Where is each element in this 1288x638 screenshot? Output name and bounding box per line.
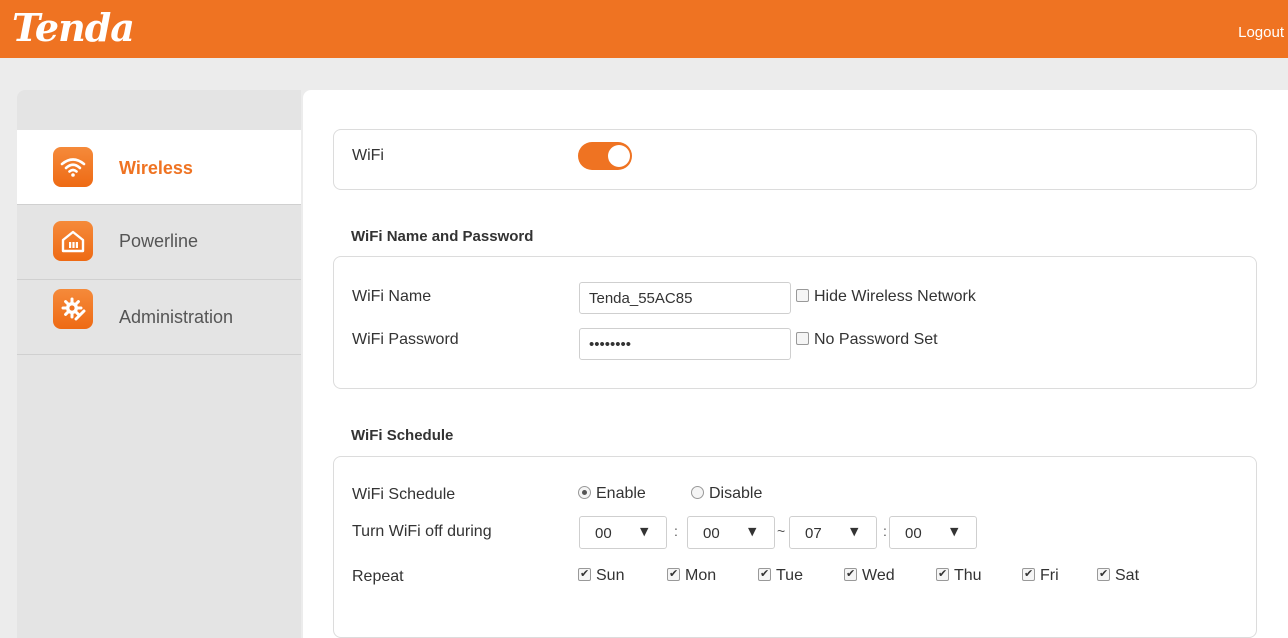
select-value: 00 bbox=[905, 525, 922, 542]
name-password-card: WiFi Name Hide Wireless Network WiFi Pas… bbox=[333, 256, 1257, 389]
schedule-enable-radio[interactable]: Enable bbox=[578, 485, 646, 503]
sidebar-item-label: Powerline bbox=[119, 231, 199, 251]
repeat-day-mon[interactable]: Mon bbox=[667, 567, 716, 585]
wifi-name-input[interactable] bbox=[579, 282, 791, 314]
sidebar-item-label: Administration bbox=[119, 307, 234, 327]
sidebar-item-powerline[interactable]: Powerline bbox=[17, 205, 301, 280]
wifi-name-label: WiFi Name bbox=[352, 288, 432, 305]
day-label: Tue bbox=[776, 567, 803, 584]
day-label: Mon bbox=[685, 567, 717, 584]
range-separator: ~ bbox=[777, 523, 786, 539]
end-minute-select[interactable]: 00 ▼ bbox=[889, 516, 977, 549]
section-title-name-password: WiFi Name and Password bbox=[351, 228, 534, 245]
dropdown-arrow-icon: ▼ bbox=[640, 525, 649, 538]
checkbox-box bbox=[667, 567, 680, 581]
checkbox-box bbox=[796, 332, 809, 345]
turn-off-label: Turn WiFi off during bbox=[352, 523, 492, 540]
schedule-card: WiFi Schedule Enable Disable Turn WiFi o… bbox=[333, 456, 1257, 638]
gear-icon bbox=[53, 289, 93, 329]
enable-label: Enable bbox=[596, 485, 646, 502]
sidebar-item-label: Wireless bbox=[119, 158, 193, 178]
select-value: 00 bbox=[703, 525, 720, 542]
time-separator: : bbox=[674, 523, 678, 539]
checkbox-box bbox=[1022, 567, 1035, 581]
time-separator: : bbox=[883, 523, 887, 539]
repeat-label: Repeat bbox=[352, 568, 404, 585]
repeat-day-wed[interactable]: Wed bbox=[844, 567, 895, 585]
checkbox-box bbox=[844, 567, 857, 581]
repeat-day-sun[interactable]: Sun bbox=[578, 567, 624, 585]
hide-network-label: Hide Wireless Network bbox=[814, 288, 976, 305]
checkbox-box bbox=[1097, 567, 1110, 581]
select-value: 07 bbox=[805, 525, 822, 542]
top-bar: Tenda Logout bbox=[0, 0, 1288, 58]
wifi-toggle[interactable] bbox=[578, 142, 632, 170]
day-label: Sun bbox=[596, 567, 625, 584]
wifi-icon bbox=[53, 147, 93, 187]
day-label: Thu bbox=[954, 567, 982, 584]
start-hour-select[interactable]: 00 ▼ bbox=[579, 516, 667, 549]
select-value: 00 bbox=[595, 525, 612, 542]
toggle-knob bbox=[608, 145, 630, 167]
logout-link[interactable]: Logout bbox=[1238, 24, 1284, 41]
checkbox-box bbox=[936, 567, 949, 581]
dropdown-arrow-icon: ▼ bbox=[950, 525, 959, 538]
day-label: Fri bbox=[1040, 567, 1059, 584]
wifi-password-input[interactable] bbox=[579, 328, 791, 360]
wifi-label: WiFi bbox=[352, 147, 384, 164]
repeat-day-sat[interactable]: Sat bbox=[1097, 567, 1139, 585]
day-label: Sat bbox=[1115, 567, 1140, 584]
day-label: Wed bbox=[862, 567, 895, 584]
repeat-day-thu[interactable]: Thu bbox=[936, 567, 982, 585]
no-password-checkbox[interactable]: No Password Set bbox=[796, 331, 938, 349]
checkbox-box bbox=[578, 567, 591, 581]
repeat-day-fri[interactable]: Fri bbox=[1022, 567, 1059, 585]
end-hour-select[interactable]: 07 ▼ bbox=[789, 516, 877, 549]
main-panel: WiFi WiFi Name and Password WiFi Name Hi… bbox=[303, 90, 1288, 638]
wifi-password-label: WiFi Password bbox=[352, 331, 459, 348]
schedule-disable-radio[interactable]: Disable bbox=[691, 485, 762, 503]
repeat-day-tue[interactable]: Tue bbox=[758, 567, 803, 585]
start-minute-select[interactable]: 00 ▼ bbox=[687, 516, 775, 549]
no-password-label: No Password Set bbox=[814, 331, 938, 348]
radio-dot bbox=[691, 486, 704, 499]
tenda-logo: Tenda bbox=[12, 5, 135, 50]
sidebar-item-administration[interactable]: Administration bbox=[17, 280, 301, 355]
schedule-label: WiFi Schedule bbox=[352, 486, 456, 503]
home-icon bbox=[53, 221, 93, 261]
dropdown-arrow-icon: ▼ bbox=[850, 525, 859, 538]
dropdown-arrow-icon: ▼ bbox=[748, 525, 757, 538]
wifi-toggle-card: WiFi bbox=[333, 129, 1257, 190]
hide-network-checkbox[interactable]: Hide Wireless Network bbox=[796, 288, 976, 306]
section-title-schedule: WiFi Schedule bbox=[351, 427, 454, 444]
sidebar-item-wireless[interactable]: Wireless bbox=[17, 130, 301, 205]
disable-label: Disable bbox=[709, 485, 763, 502]
checkbox-box bbox=[796, 289, 809, 302]
radio-dot bbox=[578, 486, 591, 499]
checkbox-box bbox=[758, 567, 771, 581]
sidebar: Wireless Powerline Administration bbox=[17, 90, 301, 638]
